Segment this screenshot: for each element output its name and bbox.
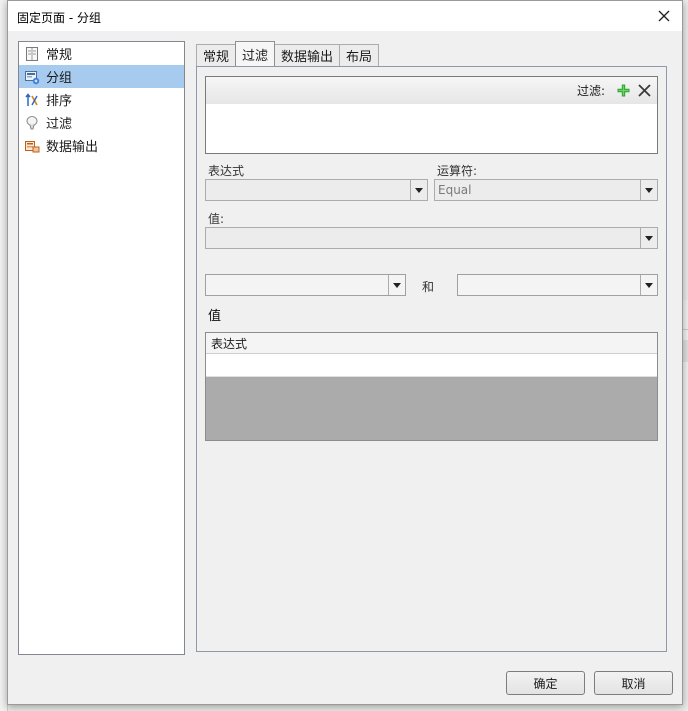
window-title: 固定页面 - 分组 bbox=[17, 11, 101, 25]
value-combo[interactable] bbox=[205, 227, 658, 249]
tab-layout[interactable]: 布局 bbox=[339, 44, 380, 66]
tree-item-sort[interactable]: 排序 bbox=[19, 88, 184, 111]
operator-combo-value: Equal bbox=[438, 183, 472, 197]
filter-icon bbox=[23, 114, 41, 132]
close-icon bbox=[637, 84, 651, 97]
tree-item-label: 数据输出 bbox=[46, 140, 99, 155]
data-output-icon bbox=[23, 137, 41, 155]
tab-strip: 常规 过滤 数据输出 布局 bbox=[196, 41, 380, 66]
title-bar: 固定页面 - 分组 bbox=[8, 1, 682, 32]
tree-item-group[interactable]: 分组 bbox=[19, 65, 184, 88]
tree-item-data-output[interactable]: 数据输出 bbox=[19, 134, 184, 157]
tab-filter[interactable]: 过滤 bbox=[235, 41, 276, 66]
range-from-combo[interactable] bbox=[205, 274, 406, 296]
range-to-combo[interactable] bbox=[457, 274, 658, 296]
tree-item-label: 分组 bbox=[46, 71, 73, 86]
close-icon bbox=[658, 10, 670, 22]
expression-table: 表达式 bbox=[205, 332, 658, 441]
chevron-down-icon bbox=[640, 180, 657, 200]
tab-general[interactable]: 常规 bbox=[196, 44, 237, 66]
tree-item-label: 过滤 bbox=[46, 117, 73, 132]
expression-combo[interactable] bbox=[205, 179, 428, 201]
group-dialog: 固定页面 - 分组 常规 分组 排序 过滤 数据输出 常规 过滤 数据输出 布局… bbox=[7, 0, 683, 705]
group-icon bbox=[23, 68, 41, 86]
tree-item-label: 常规 bbox=[46, 48, 73, 63]
remove-filter-button[interactable] bbox=[635, 82, 653, 100]
filter-tab-panel: 过滤: 表达式 运算符: Equal 值: 和 值 表达式 bbox=[196, 66, 667, 652]
sort-icon bbox=[23, 91, 41, 109]
operator-combo[interactable]: Equal bbox=[434, 179, 658, 201]
ok-button[interactable]: 确定 bbox=[506, 671, 585, 695]
category-tree: 常规 分组 排序 过滤 数据输出 bbox=[18, 41, 185, 655]
close-button[interactable] bbox=[652, 5, 676, 27]
filter-list-header: 过滤: bbox=[206, 77, 657, 104]
range-and-label: 和 bbox=[422, 280, 435, 294]
tab-data-output[interactable]: 数据输出 bbox=[274, 44, 341, 66]
value-label: 值: bbox=[208, 212, 225, 226]
document-icon bbox=[23, 45, 41, 63]
tree-item-filter[interactable]: 过滤 bbox=[19, 111, 184, 134]
expression-table-row[interactable] bbox=[206, 354, 657, 377]
filter-header-label: 过滤: bbox=[576, 84, 605, 98]
tree-item-label: 排序 bbox=[46, 94, 73, 109]
tree-item-general[interactable]: 常规 bbox=[19, 42, 184, 65]
operator-label: 运算符: bbox=[437, 164, 478, 178]
chevron-down-icon bbox=[640, 275, 657, 295]
plus-icon bbox=[617, 84, 629, 97]
add-filter-button[interactable] bbox=[614, 82, 632, 100]
expression-column-header: 表达式 bbox=[206, 333, 657, 354]
expression-label: 表达式 bbox=[208, 164, 245, 178]
values-label: 值 bbox=[208, 309, 222, 324]
chevron-down-icon bbox=[410, 180, 427, 200]
cancel-button[interactable]: 取消 bbox=[594, 671, 673, 695]
chevron-down-icon bbox=[640, 228, 657, 248]
chevron-down-icon bbox=[388, 275, 405, 295]
filter-list[interactable]: 过滤: bbox=[205, 76, 658, 154]
